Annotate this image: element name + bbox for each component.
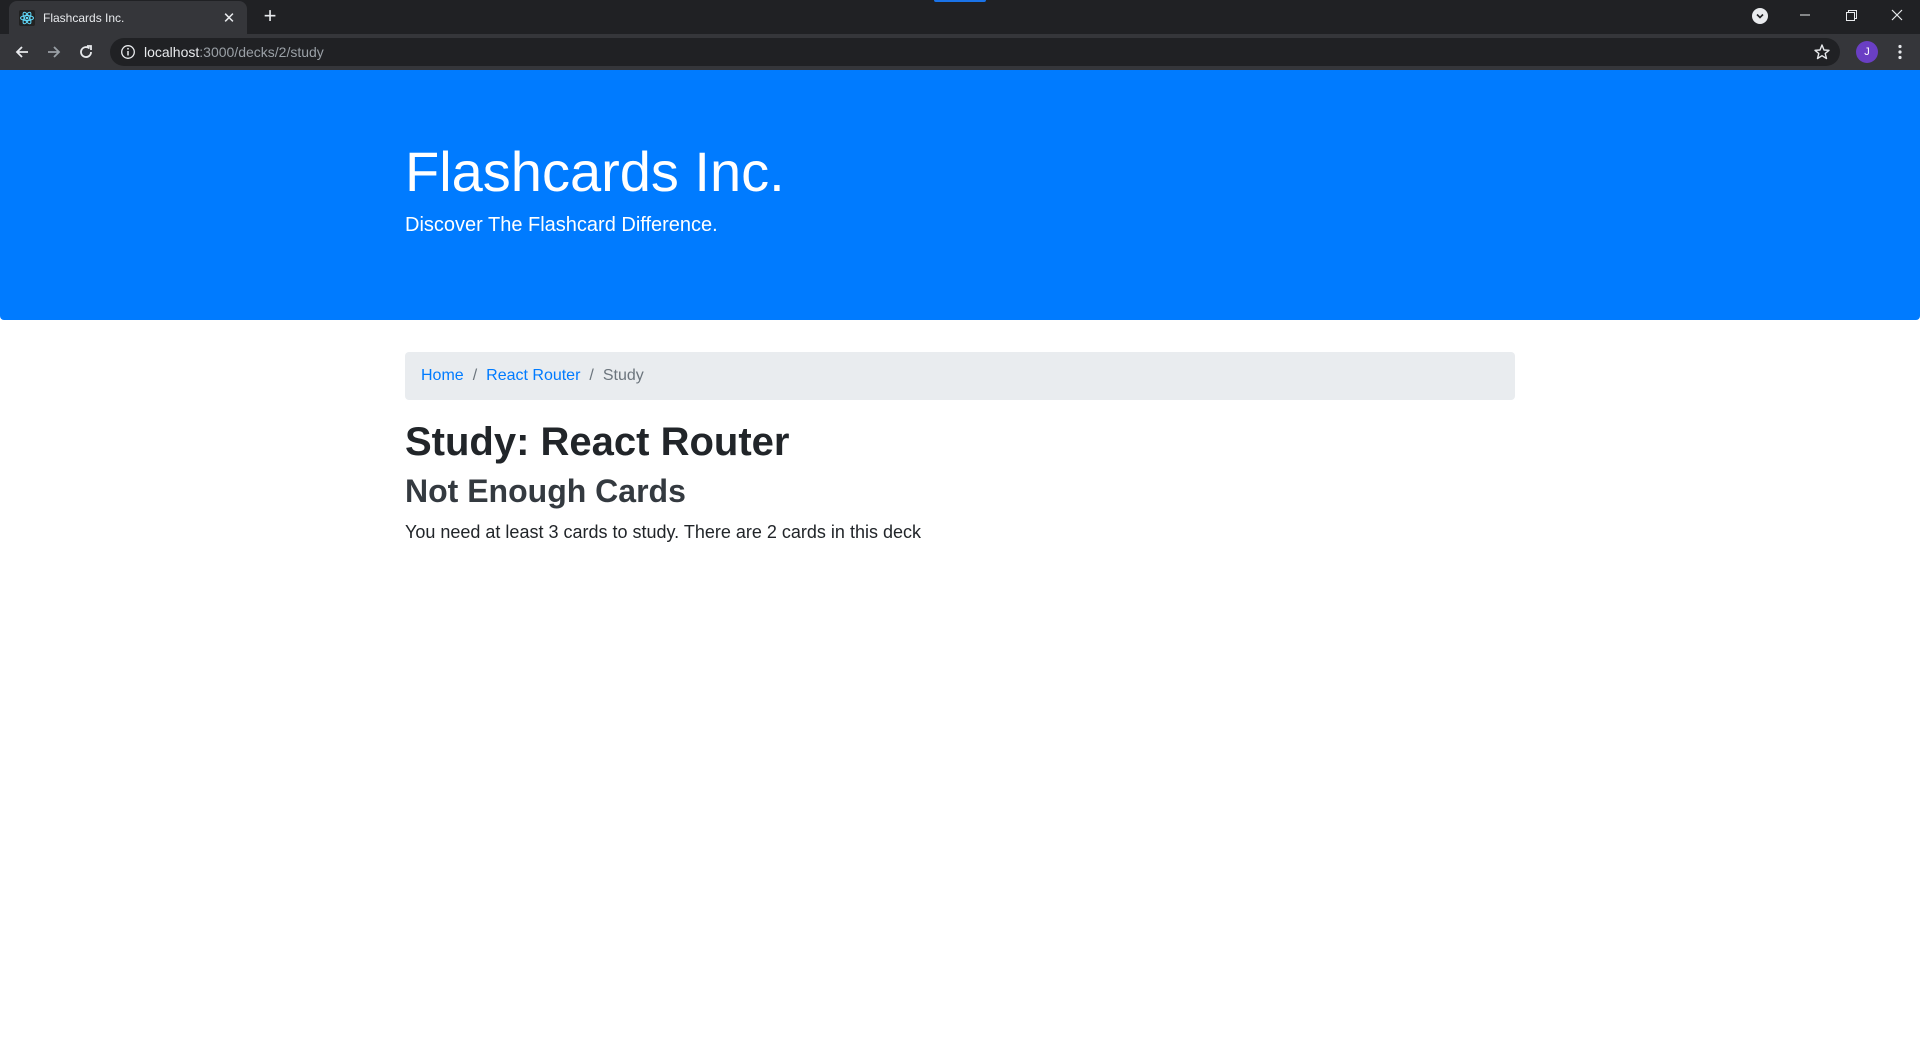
- minimize-icon[interactable]: [1782, 0, 1828, 30]
- back-arrow-icon[interactable]: [8, 38, 36, 66]
- forward-arrow-icon[interactable]: [40, 38, 68, 66]
- status-message: You need at least 3 cards to study. Ther…: [405, 522, 921, 542]
- breadcrumb-current: Study: [602, 367, 644, 384]
- breadcrumb-separator: /: [472, 367, 478, 384]
- react-logo-icon: [19, 9, 35, 26]
- brand-title: Flashcards Inc.: [405, 140, 785, 203]
- restore-icon[interactable]: [1828, 0, 1874, 30]
- section-heading: Not Enough Cards: [405, 473, 686, 509]
- url-path: :3000/decks/2/study: [199, 44, 324, 60]
- breadcrumb: Home / React Router / Study: [405, 352, 1515, 400]
- breadcrumb-home-link[interactable]: Home: [421, 367, 464, 385]
- breadcrumb-separator: /: [589, 367, 594, 384]
- breadcrumb-deck-link[interactable]: React Router: [486, 367, 580, 385]
- profile-avatar[interactable]: J: [1856, 41, 1878, 63]
- bookmark-star-icon[interactable]: [1812, 42, 1832, 62]
- page-viewport: Flashcards Inc. Discover The Flashcard D…: [0, 70, 1920, 1040]
- header-jumbotron: Flashcards Inc. Discover The Flashcard D…: [0, 70, 1920, 320]
- close-tab-icon[interactable]: ✕: [221, 9, 237, 27]
- window-controls: [1782, 0, 1920, 30]
- new-tab-button[interactable]: +: [257, 4, 283, 30]
- info-icon[interactable]: [120, 44, 136, 60]
- tab-title: Flashcards Inc.: [43, 10, 125, 25]
- browser-tabstrip: Flashcards Inc. ✕ +: [0, 0, 1920, 34]
- page-title: Study: React Router: [405, 420, 790, 464]
- reload-icon[interactable]: [72, 38, 100, 66]
- close-window-icon[interactable]: [1874, 0, 1920, 30]
- tab-search-indicator: [934, 0, 986, 2]
- kebab-menu-icon[interactable]: [1888, 40, 1912, 64]
- address-bar[interactable]: localhost:3000/decks/2/study: [110, 38, 1840, 66]
- url-host: localhost: [144, 44, 200, 60]
- browser-tab[interactable]: Flashcards Inc. ✕: [9, 1, 247, 34]
- tab-search-icon[interactable]: [1752, 8, 1768, 24]
- browser-toolbar: localhost:3000/decks/2/study J: [0, 34, 1920, 70]
- brand-tagline: Discover The Flashcard Difference.: [405, 214, 718, 236]
